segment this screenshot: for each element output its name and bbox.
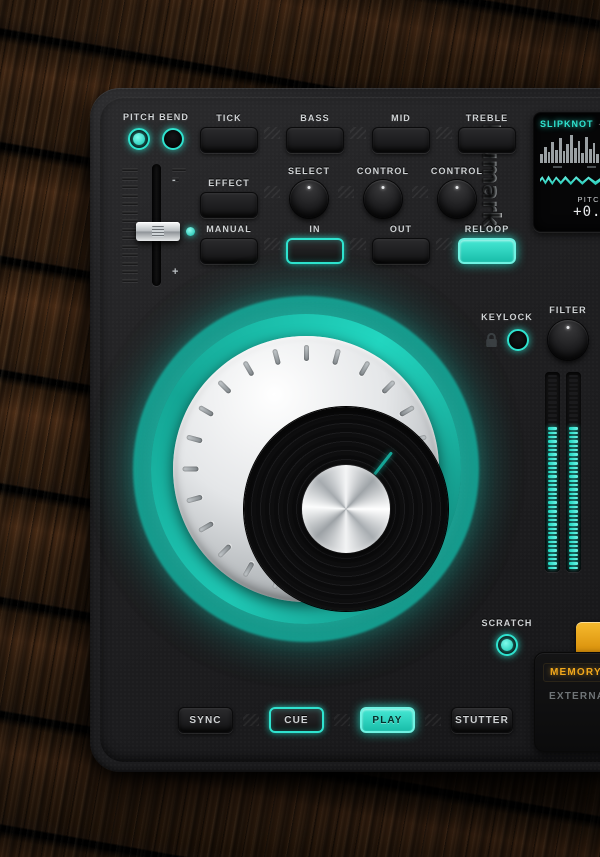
- knob-select[interactable]: SELECT: [286, 166, 332, 218]
- manual-button[interactable]: [200, 238, 258, 264]
- pitch-bend-group: PITCH BEND: [118, 112, 194, 150]
- hatch-divider: [264, 127, 280, 139]
- hatch-divider: [264, 186, 280, 198]
- hatch-divider: [425, 714, 441, 726]
- in-button[interactable]: [286, 238, 344, 264]
- memory-panel: MEMORY EXTERNAL: [534, 652, 600, 752]
- hatch-divider: [334, 714, 350, 726]
- hatch-divider: [350, 238, 366, 250]
- control2-knob[interactable]: [438, 180, 476, 218]
- scratch-button[interactable]: [496, 634, 518, 656]
- cue-label: CUE: [284, 714, 309, 726]
- manual-label: MANUAL: [206, 224, 252, 234]
- treble-button[interactable]: [458, 127, 516, 153]
- treble-label: TREBLE: [465, 113, 509, 123]
- jog-center-cap[interactable]: [302, 465, 390, 553]
- control2-label: CONTROL: [430, 166, 484, 176]
- knob-control-2[interactable]: CONTROL: [430, 166, 484, 218]
- control1-label: CONTROL: [356, 166, 410, 176]
- hatch-divider: [338, 186, 354, 198]
- play-button[interactable]: PLAY: [360, 707, 415, 733]
- button-treble[interactable]: TREBLE: [458, 113, 516, 153]
- screen-pitch-label: PITCH: [577, 195, 600, 204]
- track-display-screen[interactable]: SLIPKNOT - G PITCH +0.0: [533, 112, 600, 232]
- out-label: OUT: [389, 224, 413, 234]
- sync-label: SYNC: [189, 714, 222, 726]
- fader-handle[interactable]: [136, 222, 180, 241]
- keylock-group: KEYLOCK: [472, 312, 542, 351]
- effect-label: EFFECT: [208, 178, 250, 188]
- button-out[interactable]: OUT: [372, 224, 430, 264]
- out-button[interactable]: [372, 238, 430, 264]
- fader-minus-label: -: [172, 174, 176, 186]
- loop-button-row: MANUAL IN OUT RELOOP: [200, 224, 516, 264]
- hatch-divider: [412, 186, 428, 198]
- button-manual[interactable]: MANUAL: [200, 224, 258, 264]
- knob-control-1[interactable]: CONTROL: [356, 166, 410, 218]
- hatch-divider: [436, 127, 452, 139]
- pitch-fader[interactable]: - +: [120, 160, 195, 290]
- cue-button[interactable]: CUE: [269, 707, 324, 733]
- bass-button[interactable]: [286, 127, 344, 153]
- pitch-bend-label: PITCH BEND: [122, 112, 189, 122]
- keylock-button[interactable]: [507, 329, 529, 351]
- level-meters: [545, 372, 581, 572]
- button-reloop[interactable]: RELOOP: [458, 224, 516, 264]
- effect-knob-row: EFFECT SELECT CONTROL CONTROL: [200, 166, 484, 218]
- eq-button-row: TICK BASS MID TREBLE: [200, 113, 516, 153]
- jog-silver-ring[interactable]: [173, 336, 448, 611]
- effect-button[interactable]: [200, 192, 258, 218]
- hatch-divider: [243, 714, 259, 726]
- stutter-button[interactable]: STUTTER: [451, 707, 513, 733]
- fader-plus-label: +: [172, 266, 179, 278]
- scratch-group: SCRATCH: [477, 618, 537, 656]
- button-tick[interactable]: TICK: [200, 113, 258, 153]
- pitch-bend-down-button[interactable]: [128, 128, 150, 150]
- pitch-bend-up-button[interactable]: [162, 128, 184, 150]
- scratch-label: SCRATCH: [481, 618, 533, 628]
- select-label: SELECT: [287, 166, 331, 176]
- hatch-divider: [436, 238, 452, 250]
- filter-label: FILTER: [549, 305, 587, 315]
- in-label: IN: [309, 224, 321, 234]
- track-title: SLIPKNOT: [540, 119, 594, 129]
- waveform-overview: [540, 133, 600, 163]
- memory-option-external[interactable]: EXTERNAL: [543, 688, 600, 705]
- control1-knob[interactable]: [364, 180, 402, 218]
- hatch-divider: [350, 127, 366, 139]
- tick-label: TICK: [216, 113, 242, 123]
- screen-pitch-value: +0.0: [573, 204, 600, 220]
- memory-tab-indicator: [576, 622, 600, 656]
- level-meter-left: [545, 372, 560, 572]
- stutter-label: STUTTER: [455, 714, 509, 726]
- keylock-label: KEYLOCK: [481, 312, 533, 322]
- play-label: PLAY: [372, 714, 403, 726]
- level-meter-right: [566, 372, 581, 572]
- reloop-button[interactable]: [458, 238, 516, 264]
- bass-label: BASS: [300, 113, 330, 123]
- transport-button-row: SYNC CUE PLAY STUTTER: [178, 707, 513, 733]
- memory-option-memory[interactable]: MEMORY: [543, 663, 600, 682]
- select-knob[interactable]: [290, 180, 328, 218]
- tick-button[interactable]: [200, 127, 258, 153]
- mid-button[interactable]: [372, 127, 430, 153]
- screenshot-root: Numark PITCH BEND - + TICK BASS MID TREB…: [0, 0, 600, 857]
- button-mid[interactable]: MID: [372, 113, 430, 153]
- hatch-divider: [264, 238, 280, 250]
- reloop-label: RELOOP: [464, 224, 510, 234]
- mid-label: MID: [391, 113, 411, 123]
- filter-group: FILTER: [543, 305, 593, 360]
- waveform-progress[interactable]: [540, 175, 600, 186]
- fader-center-led: [186, 227, 195, 236]
- button-bass[interactable]: BASS: [286, 113, 344, 153]
- jog-wheel[interactable]: [133, 296, 479, 642]
- lock-icon: [486, 332, 497, 347]
- filter-knob[interactable]: [548, 320, 588, 360]
- progress-bar: [540, 175, 600, 186]
- button-effect[interactable]: EFFECT: [200, 178, 258, 218]
- sync-button[interactable]: SYNC: [178, 707, 233, 733]
- button-in[interactable]: IN: [286, 224, 344, 264]
